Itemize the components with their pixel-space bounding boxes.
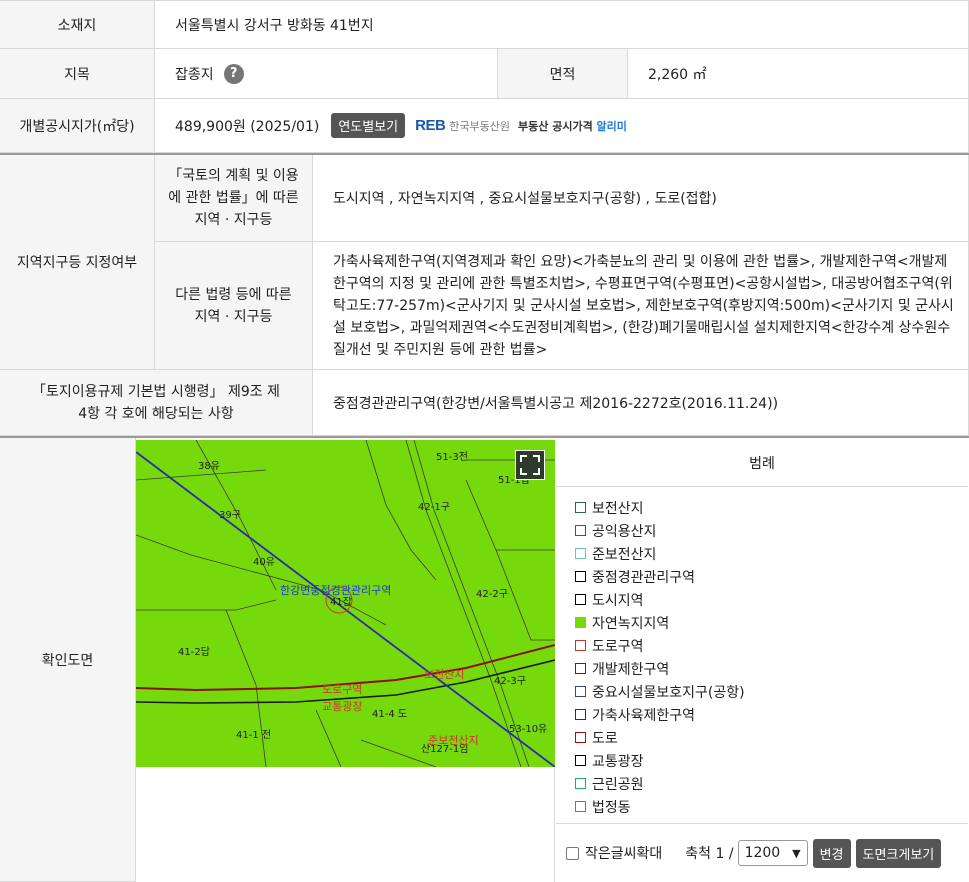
legend-title: 범례 — [556, 440, 968, 487]
reb-service-name: 부동산 공시가격 알리미 — [518, 119, 627, 133]
enlarge-text-label[interactable]: 작은글씨확대 — [585, 843, 662, 863]
legend-swatch — [575, 640, 586, 651]
legend-item: 자연녹지지역 — [575, 611, 745, 634]
parcel-label: 39구 — [219, 510, 241, 521]
legend-swatch — [575, 502, 586, 513]
view-by-year-button[interactable]: 연도별보기 — [331, 113, 406, 138]
legend-swatch — [575, 755, 586, 766]
legend-label: 보전산지 — [592, 500, 644, 517]
legend-swatch — [575, 525, 586, 536]
overlay-label: 교통광장 — [322, 700, 363, 713]
help-icon[interactable]: ? — [223, 63, 244, 84]
overlay-label: 도로구역 — [322, 683, 363, 696]
legend-swatch — [575, 801, 586, 812]
legend-item: 중점경관관리구역 — [575, 565, 745, 588]
chevron-down-icon: ▼ — [792, 846, 801, 860]
official-price-label: 개별공시지가(㎡당) — [0, 99, 155, 153]
scale-label: 축척 1 / — [685, 846, 734, 862]
parcel-label: 41-1 전 — [236, 730, 272, 741]
parcel-label: 51-3전 — [436, 452, 468, 463]
legend-item: 공익용산지 — [575, 519, 745, 542]
legend-label: 도로 — [592, 730, 618, 747]
legend-label: 도시지역 — [592, 592, 644, 609]
reb-price-alert-link[interactable]: REB 한국부동산원 부동산 공시가격 알리미 — [415, 117, 627, 134]
legend-item: 중요시설물보호지구(공항) — [575, 680, 745, 703]
parcel-label: 53-10유 — [509, 724, 548, 735]
legend-swatch — [575, 686, 586, 697]
legend-item: 보전산지 — [575, 496, 745, 519]
map-label: 확인도면 — [0, 438, 136, 882]
legend-item: 도시지역 — [575, 588, 745, 611]
map-controls: 작은글씨확대 축척 1 / 1200 ▼ 변경 도면크게보기 — [556, 823, 968, 882]
legend-swatch — [575, 778, 586, 789]
legend-item: 준보전산지 — [575, 542, 745, 565]
enforcement-label: 「토지이용규제 기본법 시행령」 제9조 제4항 각 호에 해당되는 사항 — [0, 370, 313, 436]
legend-item: 교통광장 — [575, 749, 745, 772]
legend-swatch — [575, 732, 586, 743]
enforcement-value: 중점경관관리구역(한강변/서울특별시공고 제2016-2272호(2016.11… — [313, 370, 969, 436]
location-label: 소재지 — [0, 0, 155, 49]
change-scale-button[interactable]: 변경 — [812, 838, 851, 868]
official-price-value: 489,900원 (2025/01) — [175, 118, 320, 135]
area-value: 2,260 ㎡ — [628, 49, 969, 99]
map-panel: 38유 39구 40유 41잡 41-2답 41-1 전 41-4 도 42-1… — [136, 440, 555, 882]
legend-swatch — [575, 617, 586, 628]
legend-swatch — [575, 548, 586, 559]
location-value: 서울특별시 강서구 방화동 41번지 — [155, 0, 969, 49]
legend-label: 중요시설물보호지구(공항) — [592, 684, 745, 701]
land-category-value: 잡종지 — [175, 66, 214, 83]
legend-list: 보전산지공익용산지준보전산지중점경관관리구역도시지역자연녹지지역도로구역개발제한… — [575, 496, 745, 818]
other-law-label: 다른 법령 등에 따른 지역 · 지구등 — [155, 242, 313, 370]
official-price-cell: 489,900원 (2025/01) 연도별보기 REB 한국부동산원 부동산 … — [155, 99, 969, 153]
fullscreen-button[interactable] — [515, 450, 545, 480]
parcel-label: 40유 — [253, 557, 275, 568]
reb-logo-icon: REB — [415, 117, 446, 134]
legend-item: 도로구역 — [575, 634, 745, 657]
fullscreen-icon — [520, 455, 540, 475]
overlay-label: 보전산지 — [424, 668, 465, 681]
cadastral-map[interactable]: 38유 39구 40유 41잡 41-2답 41-1 전 41-4 도 42-1… — [136, 440, 555, 767]
parcel-label: 38유 — [198, 461, 220, 472]
area-label: 면적 — [498, 49, 628, 99]
large-map-button[interactable]: 도면크게보기 — [855, 838, 942, 868]
national-law-label: 「국토의 계획 및 이용에 관한 법률」에 따른 지역 · 지구등 — [155, 155, 313, 242]
legend-label: 공익용산지 — [592, 523, 657, 540]
land-category-cell: 잡종지 ? — [155, 49, 498, 99]
legend-label: 가축사육제한구역 — [592, 707, 696, 724]
legend-item: 개발제한구역 — [575, 657, 745, 680]
legend-swatch — [575, 663, 586, 674]
land-category-label: 지목 — [0, 49, 155, 99]
legend-label: 준보전산지 — [592, 546, 657, 563]
legend-label: 법정동 — [592, 799, 631, 816]
legend-label: 도로구역 — [592, 638, 644, 655]
legend-swatch — [575, 571, 586, 582]
parcel-label: 42-2구 — [476, 589, 508, 600]
legend-label: 자연녹지지역 — [592, 615, 670, 632]
parcel-label: 41-4 도 — [372, 709, 408, 720]
legend-item: 가축사육제한구역 — [575, 703, 745, 726]
legend-label: 교통광장 — [592, 753, 644, 770]
legend-swatch — [575, 594, 586, 605]
reb-name: 한국부동산원 — [449, 119, 511, 133]
national-law-value: 도시지역 , 자연녹지지역 , 중요시설물보호지구(공항) , 도로(접합) — [313, 155, 969, 242]
legend-swatch — [575, 709, 586, 720]
scale-value: 1200 — [744, 845, 781, 861]
parcel-label: 42-1구 — [418, 502, 450, 513]
zoning-label: 지역지구등 지정여부 — [0, 155, 155, 370]
parcel-label: 41-2답 — [178, 647, 210, 658]
parcel-label: 42-3구 — [494, 676, 526, 687]
legend-label: 개발제한구역 — [592, 661, 670, 678]
enlarge-text-checkbox[interactable] — [566, 846, 579, 860]
legend-item: 근린공원 — [575, 772, 745, 795]
legend-item: 도로 — [575, 726, 745, 749]
legend-label: 근린공원 — [592, 776, 644, 793]
section-divider — [0, 436, 969, 438]
scale-select[interactable]: 1200 ▼ — [737, 840, 808, 866]
overlay-label: 한강변중점경관관리구역 — [280, 584, 392, 597]
overlay-label: 준보전산지 — [428, 734, 479, 747]
legend-item: 법정동 — [575, 795, 745, 818]
legend-label: 중점경관관리구역 — [592, 569, 696, 586]
other-law-value: 가축사육제한구역(지역경제과 확인 요망)<가축분뇨의 관리 및 이용에 관한 … — [313, 242, 969, 370]
